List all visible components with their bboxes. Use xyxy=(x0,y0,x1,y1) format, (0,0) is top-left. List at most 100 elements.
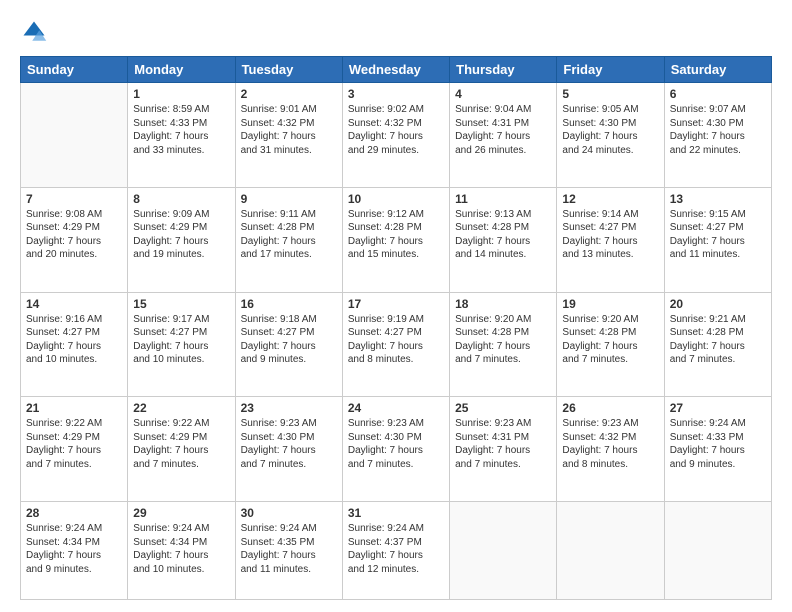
day-number: 20 xyxy=(670,297,766,311)
day-number: 22 xyxy=(133,401,229,415)
day-number: 15 xyxy=(133,297,229,311)
week-row-0: 1 Sunrise: 8:59 AM Sunset: 4:33 PM Daylig… xyxy=(21,83,772,188)
day-number: 27 xyxy=(670,401,766,415)
calendar-cell: 4 Sunrise: 9:04 AM Sunset: 4:31 PM Daylig… xyxy=(450,83,557,188)
calendar-cell: 12 Sunrise: 9:14 AM Sunset: 4:27 PM Dayli… xyxy=(557,187,664,292)
cell-info: Sunrise: 9:09 AM Sunset: 4:29 PM Dayligh… xyxy=(133,208,229,262)
day-number: 9 xyxy=(241,192,337,206)
calendar-cell: 7 Sunrise: 9:08 AM Sunset: 4:29 PM Daylig… xyxy=(21,187,128,292)
cell-info: Sunrise: 9:23 AM Sunset: 4:31 PM Dayligh… xyxy=(455,417,551,471)
calendar-cell: 17 Sunrise: 9:19 AM Sunset: 4:27 PM Dayli… xyxy=(342,292,449,397)
calendar-cell: 31Sunrise: 9:24 AM Sunset: 4:37 PM Dayli… xyxy=(342,502,449,600)
day-number: 28 xyxy=(26,506,122,520)
weekday-header-thursday: Thursday xyxy=(450,57,557,83)
cell-info: Sunrise: 9:01 AM Sunset: 4:32 PM Dayligh… xyxy=(241,103,337,157)
calendar-cell: 16Sunrise: 9:18 AM Sunset: 4:27 PM Dayli… xyxy=(235,292,342,397)
calendar-cell: 23 Sunrise: 9:23 AM Sunset: 4:30 PM Dayli… xyxy=(235,397,342,502)
day-number: 2 xyxy=(241,87,337,101)
calendar-cell: 30 Sunrise: 9:24 AM Sunset: 4:35 PM Dayli… xyxy=(235,502,342,600)
day-number: 21 xyxy=(26,401,122,415)
cell-info: Sunrise: 9:13 AM Sunset: 4:28 PM Dayligh… xyxy=(455,208,551,262)
cell-info: Sunrise: 9:08 AM Sunset: 4:29 PM Dayligh… xyxy=(26,208,122,262)
day-number: 24 xyxy=(348,401,444,415)
day-number: 1 xyxy=(133,87,229,101)
cell-info: Sunrise: 9:20 AM Sunset: 4:28 PM Dayligh… xyxy=(455,313,551,367)
cell-info: Sunrise: 9:24 AM Sunset: 4:34 PM Dayligh… xyxy=(26,522,122,576)
calendar-cell: 15Sunrise: 9:17 AM Sunset: 4:27 PM Dayli… xyxy=(128,292,235,397)
day-number: 12 xyxy=(562,192,658,206)
day-number: 17 xyxy=(348,297,444,311)
calendar-cell: 5 Sunrise: 9:05 AM Sunset: 4:30 PM Daylig… xyxy=(557,83,664,188)
calendar-cell: 22 Sunrise: 9:22 AM Sunset: 4:29 PM Dayli… xyxy=(128,397,235,502)
calendar-cell: 18 Sunrise: 9:20 AM Sunset: 4:28 PM Dayli… xyxy=(450,292,557,397)
calendar-cell: 13Sunrise: 9:15 AM Sunset: 4:27 PM Dayli… xyxy=(664,187,771,292)
calendar-cell: 1 Sunrise: 8:59 AM Sunset: 4:33 PM Daylig… xyxy=(128,83,235,188)
calendar-cell: 27Sunrise: 9:24 AM Sunset: 4:33 PM Dayli… xyxy=(664,397,771,502)
day-number: 19 xyxy=(562,297,658,311)
week-row-2: 14 Sunrise: 9:16 AM Sunset: 4:27 PM Dayli… xyxy=(21,292,772,397)
week-row-1: 7 Sunrise: 9:08 AM Sunset: 4:29 PM Daylig… xyxy=(21,187,772,292)
cell-info: Sunrise: 9:12 AM Sunset: 4:28 PM Dayligh… xyxy=(348,208,444,262)
calendar-cell: 9 Sunrise: 9:11 AM Sunset: 4:28 PM Daylig… xyxy=(235,187,342,292)
day-number: 4 xyxy=(455,87,551,101)
cell-info: Sunrise: 9:19 AM Sunset: 4:27 PM Dayligh… xyxy=(348,313,444,367)
calendar-cell: 29 Sunrise: 9:24 AM Sunset: 4:34 PM Dayli… xyxy=(128,502,235,600)
logo-icon xyxy=(20,18,48,46)
calendar-cell: 24 Sunrise: 9:23 AM Sunset: 4:30 PM Dayli… xyxy=(342,397,449,502)
day-number: 26 xyxy=(562,401,658,415)
calendar-cell: 11 Sunrise: 9:13 AM Sunset: 4:28 PM Dayli… xyxy=(450,187,557,292)
cell-info: Sunrise: 9:23 AM Sunset: 4:30 PM Dayligh… xyxy=(241,417,337,471)
calendar-table: SundayMondayTuesdayWednesdayThursdayFrid… xyxy=(20,56,772,600)
day-number: 14 xyxy=(26,297,122,311)
cell-info: Sunrise: 9:23 AM Sunset: 4:30 PM Dayligh… xyxy=(348,417,444,471)
cell-info: Sunrise: 9:22 AM Sunset: 4:29 PM Dayligh… xyxy=(133,417,229,471)
calendar-cell: 8 Sunrise: 9:09 AM Sunset: 4:29 PM Daylig… xyxy=(128,187,235,292)
week-row-4: 28 Sunrise: 9:24 AM Sunset: 4:34 PM Dayli… xyxy=(21,502,772,600)
header xyxy=(20,18,772,46)
calendar-cell xyxy=(664,502,771,600)
day-number: 31 xyxy=(348,506,444,520)
cell-info: Sunrise: 9:14 AM Sunset: 4:27 PM Dayligh… xyxy=(562,208,658,262)
calendar-cell: 14 Sunrise: 9:16 AM Sunset: 4:27 PM Dayli… xyxy=(21,292,128,397)
cell-info: Sunrise: 9:24 AM Sunset: 4:35 PM Dayligh… xyxy=(241,522,337,576)
day-number: 18 xyxy=(455,297,551,311)
cell-info: Sunrise: 9:21 AM Sunset: 4:28 PM Dayligh… xyxy=(670,313,766,367)
calendar-cell: 25 Sunrise: 9:23 AM Sunset: 4:31 PM Dayli… xyxy=(450,397,557,502)
calendar-cell: 21Sunrise: 9:22 AM Sunset: 4:29 PM Dayli… xyxy=(21,397,128,502)
calendar-cell: 19 Sunrise: 9:20 AM Sunset: 4:28 PM Dayli… xyxy=(557,292,664,397)
cell-info: Sunrise: 9:04 AM Sunset: 4:31 PM Dayligh… xyxy=(455,103,551,157)
cell-info: Sunrise: 9:05 AM Sunset: 4:30 PM Dayligh… xyxy=(562,103,658,157)
cell-info: Sunrise: 9:23 AM Sunset: 4:32 PM Dayligh… xyxy=(562,417,658,471)
logo xyxy=(20,18,52,46)
calendar-cell xyxy=(557,502,664,600)
day-number: 23 xyxy=(241,401,337,415)
weekday-header-saturday: Saturday xyxy=(664,57,771,83)
calendar-cell: 3Sunrise: 9:02 AM Sunset: 4:32 PM Daylig… xyxy=(342,83,449,188)
calendar-cell xyxy=(450,502,557,600)
day-number: 7 xyxy=(26,192,122,206)
weekday-header-monday: Monday xyxy=(128,57,235,83)
day-number: 13 xyxy=(670,192,766,206)
day-number: 25 xyxy=(455,401,551,415)
cell-info: Sunrise: 9:11 AM Sunset: 4:28 PM Dayligh… xyxy=(241,208,337,262)
day-number: 29 xyxy=(133,506,229,520)
weekday-header-tuesday: Tuesday xyxy=(235,57,342,83)
cell-info: Sunrise: 8:59 AM Sunset: 4:33 PM Dayligh… xyxy=(133,103,229,157)
weekday-header-wednesday: Wednesday xyxy=(342,57,449,83)
calendar-cell: 2 Sunrise: 9:01 AM Sunset: 4:32 PM Daylig… xyxy=(235,83,342,188)
day-number: 16 xyxy=(241,297,337,311)
calendar-cell: 10Sunrise: 9:12 AM Sunset: 4:28 PM Dayli… xyxy=(342,187,449,292)
cell-info: Sunrise: 9:24 AM Sunset: 4:34 PM Dayligh… xyxy=(133,522,229,576)
calendar-cell: 20 Sunrise: 9:21 AM Sunset: 4:28 PM Dayli… xyxy=(664,292,771,397)
cell-info: Sunrise: 9:20 AM Sunset: 4:28 PM Dayligh… xyxy=(562,313,658,367)
day-number: 8 xyxy=(133,192,229,206)
day-number: 3 xyxy=(348,87,444,101)
day-number: 5 xyxy=(562,87,658,101)
day-number: 30 xyxy=(241,506,337,520)
cell-info: Sunrise: 9:16 AM Sunset: 4:27 PM Dayligh… xyxy=(26,313,122,367)
week-row-3: 21 Sunrise: 9:22 AM Sunset: 4:29 PM Dayli… xyxy=(21,397,772,502)
day-number: 11 xyxy=(455,192,551,206)
weekday-header-friday: Friday xyxy=(557,57,664,83)
weekday-header-sunday: Sunday xyxy=(21,57,128,83)
day-number: 6 xyxy=(670,87,766,101)
